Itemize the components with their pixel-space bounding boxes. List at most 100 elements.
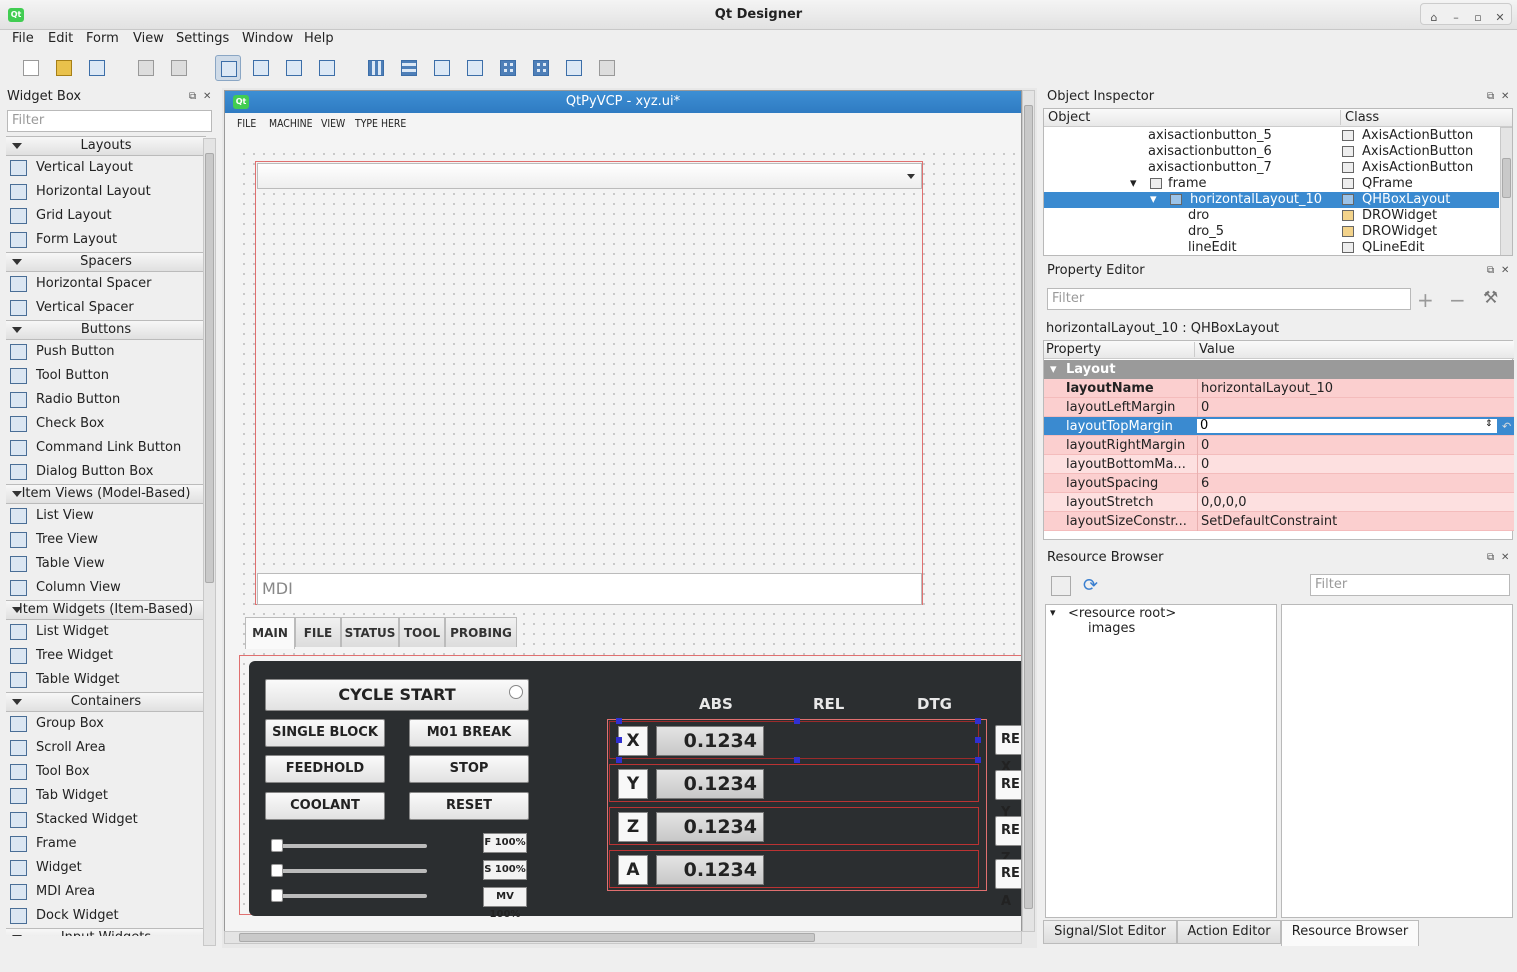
selection-handle[interactable] bbox=[975, 757, 981, 763]
tree-row[interactable]: ▾ frame QFrame bbox=[1044, 176, 1499, 192]
widget-item[interactable]: Tree Widget bbox=[6, 644, 206, 668]
single-block-button[interactable]: SINGLE BLOCK bbox=[265, 719, 385, 747]
tab-signal-slot-editor[interactable]: Signal/Slot Editor bbox=[1043, 920, 1177, 944]
cycle-start-button[interactable]: CYCLE START bbox=[265, 679, 529, 711]
widget-item[interactable]: Vertical Layout bbox=[6, 156, 206, 180]
widget-item[interactable]: Tool Box bbox=[6, 760, 206, 784]
widget-item[interactable]: Tab Widget bbox=[6, 784, 206, 808]
widget-item[interactable]: Scroll Area bbox=[6, 736, 206, 760]
lay-out-vertically-button[interactable] bbox=[396, 55, 422, 81]
widget-item[interactable]: Radio Button bbox=[6, 388, 206, 412]
property-value[interactable]: horizontalLayout_10 bbox=[1197, 379, 1333, 398]
dock-close-icon[interactable]: ✕ bbox=[203, 91, 211, 102]
feed-override-slider[interactable] bbox=[271, 839, 427, 852]
scrollbar-thumb[interactable] bbox=[205, 153, 214, 583]
edit-widgets-button[interactable] bbox=[215, 55, 241, 81]
category-input-widgets[interactable]: Input Widgets bbox=[6, 928, 206, 936]
widget-item[interactable]: Horizontal Layout bbox=[6, 180, 206, 204]
menu-form[interactable]: Form bbox=[86, 31, 119, 46]
dock-float-icon[interactable]: ⧉ bbox=[1487, 91, 1494, 102]
menu-view[interactable]: View bbox=[133, 31, 164, 46]
property-value[interactable]: 0,0,0,0 bbox=[1197, 493, 1246, 512]
selection-handle[interactable] bbox=[975, 718, 981, 724]
expand-arrow-icon[interactable]: ▾ bbox=[1150, 192, 1157, 208]
property-row[interactable]: layoutSizeConstr... SetDefaultConstraint bbox=[1044, 512, 1514, 531]
stop-button[interactable]: STOP bbox=[409, 755, 529, 783]
bring-to-front-button[interactable] bbox=[166, 55, 192, 81]
widget-item[interactable]: Dock Widget bbox=[6, 904, 206, 928]
tree-row[interactable]: axisactionbutton_6 AxisActionButton bbox=[1044, 144, 1499, 160]
property-row[interactable]: layoutLeftMargin 0 bbox=[1044, 398, 1514, 417]
category-item-widgets[interactable]: Item Widgets (Item-Based) bbox=[6, 600, 206, 620]
category-item-views[interactable]: Item Views (Model-Based) bbox=[6, 484, 206, 504]
scrollbar-thumb[interactable] bbox=[1024, 105, 1033, 909]
property-value[interactable]: 6 bbox=[1197, 474, 1209, 493]
tree-row[interactable]: dro DROWidget bbox=[1044, 208, 1499, 224]
menu-window[interactable]: Window bbox=[242, 31, 293, 46]
menu-settings[interactable]: Settings bbox=[176, 31, 229, 46]
dro-row-z[interactable]: Z 0.1234 bbox=[609, 807, 979, 845]
property-row[interactable]: layoutBottomMa... 0 bbox=[1044, 455, 1514, 474]
form-menu-view[interactable]: VIEW bbox=[321, 117, 345, 130]
selection-handle[interactable] bbox=[616, 718, 622, 724]
object-tree-scrollbar[interactable] bbox=[1500, 127, 1512, 255]
widget-item[interactable]: Horizontal Spacer bbox=[6, 272, 206, 296]
scrollbar-thumb[interactable] bbox=[239, 933, 815, 942]
tab-file[interactable]: FILE bbox=[295, 617, 341, 647]
category-layouts[interactable]: Layouts bbox=[6, 136, 206, 156]
property-value[interactable]: 0 bbox=[1197, 455, 1209, 474]
lay-out-horizontally-button[interactable] bbox=[363, 55, 389, 81]
widget-item[interactable]: Table View bbox=[6, 552, 206, 576]
category-containers[interactable]: Containers bbox=[6, 692, 206, 712]
widget-item[interactable]: Tree View bbox=[6, 528, 206, 552]
reset-property-icon[interactable]: ↶ bbox=[1502, 417, 1511, 436]
tab-probing[interactable]: PROBING bbox=[445, 617, 517, 647]
widget-item[interactable]: Tool Button bbox=[6, 364, 206, 388]
ref-z-button[interactable]: REF Z bbox=[995, 816, 1021, 866]
dock-close-icon[interactable]: ✕ bbox=[1501, 265, 1509, 276]
resource-root[interactable]: <resource root> bbox=[1068, 606, 1176, 621]
tab-status[interactable]: STATUS bbox=[341, 617, 399, 647]
form-menu-file[interactable]: FILE bbox=[237, 117, 256, 130]
edit-tab-order-button[interactable] bbox=[314, 55, 340, 81]
menu-file[interactable]: File bbox=[12, 31, 34, 46]
edit-signals-button[interactable] bbox=[248, 55, 274, 81]
vertical-splitter-button[interactable] bbox=[462, 55, 488, 81]
tab-tool[interactable]: TOOL bbox=[399, 617, 445, 647]
resource-folder-images[interactable]: images bbox=[1088, 621, 1135, 636]
save-form-button[interactable] bbox=[84, 55, 110, 81]
selection-handle[interactable] bbox=[794, 757, 800, 763]
property-row[interactable]: layoutRightMargin 0 bbox=[1044, 436, 1514, 455]
widget-item[interactable]: List View bbox=[6, 504, 206, 528]
remove-dynamic-property-icon[interactable]: − bbox=[1449, 288, 1466, 312]
slider-handle[interactable] bbox=[271, 864, 283, 877]
reload-icon[interactable]: ⟳ bbox=[1083, 575, 1098, 596]
spindle-override-slider[interactable] bbox=[271, 864, 427, 877]
tab-resource-browser[interactable]: Resource Browser bbox=[1281, 920, 1419, 946]
widget-item[interactable]: Grid Layout bbox=[6, 204, 206, 228]
mdi-vertical-scrollbar[interactable] bbox=[1022, 90, 1035, 932]
property-row[interactable]: layoutName horizontalLayout_10 bbox=[1044, 379, 1514, 398]
ref-y-button[interactable]: REF Y bbox=[995, 770, 1021, 820]
dock-float-icon[interactable]: ⧉ bbox=[189, 91, 196, 102]
slider-handle[interactable] bbox=[271, 889, 283, 902]
open-form-button[interactable] bbox=[51, 55, 77, 81]
menu-help[interactable]: Help bbox=[304, 31, 334, 46]
category-buttons[interactable]: Buttons bbox=[6, 320, 206, 340]
send-to-back-button[interactable] bbox=[133, 55, 159, 81]
close-icon[interactable]: ✕ bbox=[1491, 10, 1509, 26]
property-value[interactable]: 0 bbox=[1197, 436, 1209, 455]
form-menu-machine[interactable]: MACHINE bbox=[269, 117, 313, 130]
reset-button[interactable]: RESET bbox=[409, 792, 529, 820]
break-layout-button[interactable] bbox=[561, 55, 587, 81]
tree-row[interactable]: dro_5 DROWidget bbox=[1044, 224, 1499, 240]
widget-item[interactable]: Check Box bbox=[6, 412, 206, 436]
gcode-file-combo[interactable] bbox=[257, 163, 922, 189]
dock-close-icon[interactable]: ✕ bbox=[1501, 91, 1509, 102]
property-value[interactable]: SetDefaultConstraint bbox=[1197, 512, 1337, 531]
tree-row-selected[interactable]: ▾ horizontalLayout_10 QHBoxLayout bbox=[1044, 192, 1499, 208]
expand-arrow-icon[interactable]: ▾ bbox=[1130, 176, 1137, 192]
selection-handle[interactable] bbox=[975, 737, 981, 743]
widget-item[interactable]: Push Button bbox=[6, 340, 206, 364]
dock-float-icon[interactable]: ⧉ bbox=[1487, 552, 1494, 563]
